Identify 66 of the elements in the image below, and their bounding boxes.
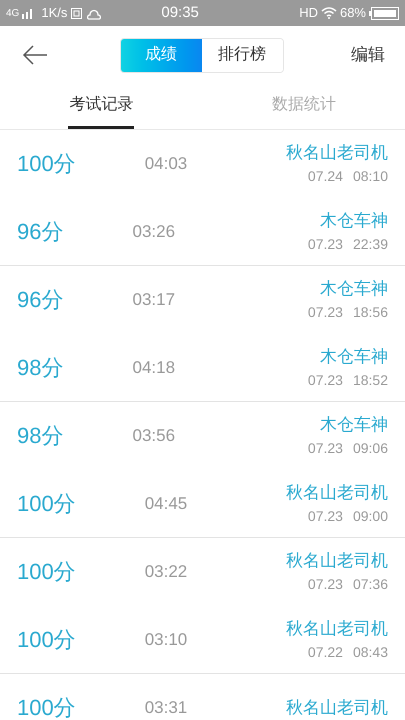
network-speed: 1K/s — [41, 4, 68, 22]
record-row[interactable]: 100分 03:31 秋名山老司机 — [0, 674, 405, 720]
segment-tab[interactable]: 成绩 — [120, 38, 202, 72]
record-date: 07.23 — [308, 302, 343, 322]
record-row[interactable]: 96分 03:26 木仓车神 07.23 22:39 — [0, 198, 405, 266]
record-date: 07.23 — [308, 438, 343, 458]
back-arrow-icon — [22, 45, 48, 65]
score: 100分 — [17, 694, 76, 720]
record-date: 07.23 — [308, 234, 343, 254]
user-name: 秋名山老司机 — [286, 696, 388, 719]
duration: 04:03 — [144, 152, 188, 175]
record-row[interactable]: 98分 03:56 木仓车神 07.23 09:06 — [0, 402, 405, 470]
score: 96分 — [17, 218, 64, 246]
record-row[interactable]: 96分 03:17 木仓车神 07.23 18:56 — [0, 266, 405, 334]
user-name: 秋名山老司机 — [286, 618, 388, 640]
record-date: 07.23 — [308, 370, 343, 390]
duration: 03:26 — [132, 220, 176, 243]
duration: 04:45 — [144, 492, 188, 515]
record-time: 09:00 — [352, 506, 388, 526]
wifi-icon — [320, 7, 337, 19]
record-row[interactable]: 100分 04:45 秋名山老司机 07.23 09:00 — [0, 470, 405, 538]
battery-percent: 68% — [340, 4, 366, 22]
duration: 04:18 — [132, 356, 176, 379]
record-time: 08:43 — [352, 642, 388, 662]
user-name: 秋名山老司机 — [286, 142, 388, 164]
back-button[interactable] — [22, 44, 48, 66]
user-name: 木仓车神 — [320, 210, 388, 232]
score: 100分 — [17, 626, 76, 654]
record-row[interactable]: 100分 03:10 秋名山老司机 07.22 08:43 — [0, 606, 405, 674]
user-name: 木仓车神 — [320, 346, 388, 368]
user-name: 木仓车神 — [320, 278, 388, 300]
record-row[interactable]: 98分 04:18 木仓车神 07.23 18:52 — [0, 334, 405, 402]
duration: 03:31 — [144, 696, 188, 719]
duration: 03:10 — [144, 628, 188, 651]
edit-button[interactable]: 编辑 — [351, 42, 385, 68]
score: 98分 — [17, 422, 64, 450]
record-time: 18:56 — [352, 302, 388, 322]
score: 100分 — [17, 558, 76, 586]
record-time: 08:10 — [352, 166, 388, 186]
record-date: 07.24 — [308, 166, 343, 186]
user-name: 木仓车神 — [320, 414, 388, 436]
record-date: 07.23 — [308, 574, 343, 594]
record-time: 18:52 — [352, 370, 388, 390]
duration: 03:56 — [132, 424, 176, 447]
record-time: 09:06 — [352, 438, 388, 458]
duration: 03:17 — [132, 288, 176, 311]
network-label: 4G — [6, 6, 20, 20]
score: 96分 — [17, 286, 64, 314]
tab[interactable]: 数据统计 — [272, 84, 336, 129]
user-name: 秋名山老司机 — [286, 482, 388, 504]
record-date: 07.23 — [308, 506, 343, 526]
battery-icon — [369, 6, 399, 20]
record-time: 07:36 — [352, 574, 388, 594]
duration: 03:22 — [144, 560, 188, 583]
hd-label: HD — [299, 4, 318, 22]
clock: 09:35 — [161, 2, 199, 23]
user-name: 秋名山老司机 — [286, 550, 388, 572]
score: 98分 — [17, 354, 64, 382]
record-row[interactable]: 100分 04:03 秋名山老司机 07.24 08:10 — [0, 130, 405, 198]
record-date: 07.22 — [308, 642, 343, 662]
record-row[interactable]: 100分 03:22 秋名山老司机 07.23 07:36 — [0, 538, 405, 606]
tab[interactable]: 考试记录 — [68, 84, 134, 129]
sim-icon — [71, 8, 82, 18]
score: 100分 — [17, 490, 76, 518]
record-time: 22:39 — [352, 234, 388, 254]
score: 100分 — [17, 150, 76, 178]
